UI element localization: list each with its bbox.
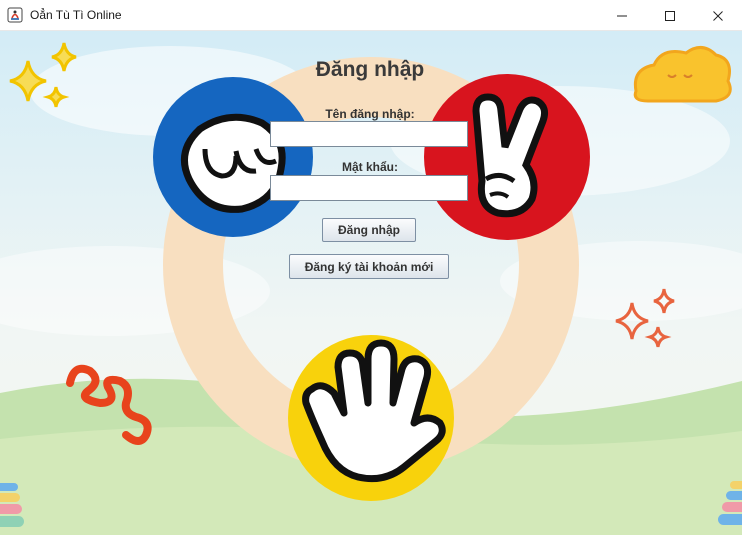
password-field[interactable] <box>270 175 468 201</box>
paper-hand-icon <box>288 335 454 501</box>
title-bar[interactable]: Oẳn Tù Tì Online <box>0 0 742 31</box>
window-title: Oẳn Tù Tì Online <box>30 8 122 22</box>
minimize-icon <box>617 15 627 16</box>
login-button[interactable]: Đăng nhập <box>322 218 416 242</box>
close-button[interactable] <box>694 0 742 31</box>
login-heading: Đăng nhập <box>315 58 425 81</box>
username-label: Tên đăng nhập: <box>325 107 415 121</box>
password-label: Mật khẩu: <box>341 160 398 174</box>
maximize-button[interactable] <box>646 0 694 31</box>
java-app-icon <box>7 7 23 23</box>
register-button[interactable]: Đăng ký tài khoản mới <box>289 254 449 279</box>
minimize-button[interactable] <box>598 0 646 31</box>
maximize-icon <box>665 10 675 21</box>
close-icon <box>713 10 723 21</box>
app-window: Oẳn Tù Tì Online Đăng nhập Tên đăng nhập… <box>0 0 742 535</box>
username-field[interactable] <box>270 121 468 147</box>
scissors-hand-icon <box>424 74 590 240</box>
rock-fist-icon <box>153 77 313 237</box>
